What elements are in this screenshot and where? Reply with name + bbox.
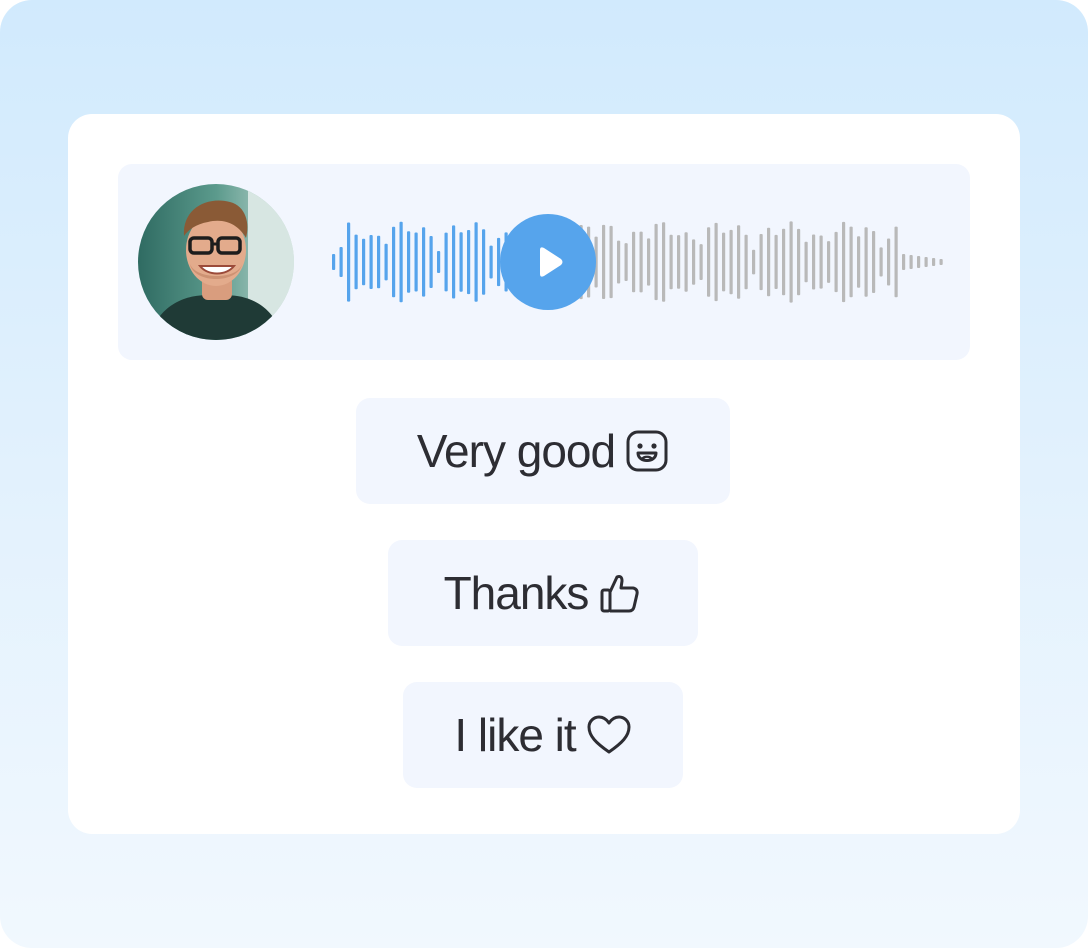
avatar	[138, 184, 294, 340]
page-background: Very good Thanks I like it	[0, 0, 1088, 948]
waveform-bar	[489, 245, 493, 279]
play-button[interactable]	[500, 214, 596, 310]
waveform-bar	[354, 234, 358, 290]
waveform-bar	[332, 254, 336, 270]
waveform-bar	[887, 238, 891, 286]
waveform-bar	[774, 234, 778, 289]
waveform-bar	[624, 243, 628, 281]
waveform-bar	[819, 235, 823, 289]
thumbs-up-icon	[598, 571, 642, 615]
waveform-bar	[654, 223, 658, 301]
waveform-bar	[879, 247, 883, 277]
waveform-bar	[849, 226, 853, 298]
waveform-bar	[812, 234, 816, 290]
message-card: Very good Thanks I like it	[68, 114, 1020, 834]
avatar-photo	[138, 184, 294, 340]
waveform-bar	[639, 231, 643, 293]
waveform-bar	[804, 241, 808, 283]
waveform-bar	[759, 234, 763, 291]
waveform-bar	[392, 226, 396, 298]
waveform-bar	[857, 236, 861, 288]
waveform-bar	[669, 234, 673, 290]
waveform-bar	[414, 232, 418, 292]
waveform-bar	[722, 232, 726, 292]
waveform-bar	[452, 225, 456, 299]
waveform-bar	[609, 225, 613, 299]
waveform-bar	[474, 222, 478, 302]
waveform-bar	[699, 244, 703, 280]
waveform-bar	[399, 221, 403, 303]
waveform-bar	[369, 235, 373, 289]
waveform-bar	[797, 228, 801, 296]
waveform-bar	[384, 243, 388, 281]
waveform-bar	[617, 240, 621, 284]
quick-reply-label: Thanks	[443, 567, 590, 619]
waveform-bar	[752, 249, 756, 275]
waveform-bar	[662, 222, 666, 302]
quick-reply-label: Very good	[416, 425, 616, 477]
waveform-bar	[339, 247, 343, 277]
waveform-bar	[834, 231, 838, 293]
heart-icon	[586, 713, 632, 757]
waveform-bar	[782, 228, 786, 296]
play-icon	[540, 247, 563, 277]
waveform-bar	[827, 241, 831, 283]
grinning-face-icon	[625, 429, 669, 473]
waveform-bar	[407, 231, 411, 293]
waveform-bar	[744, 234, 748, 290]
quick-reply-label: I like it	[454, 709, 576, 761]
waveform-bar	[939, 259, 943, 265]
waveform-bar	[684, 232, 688, 292]
waveform-bar	[909, 255, 913, 269]
waveform-bar	[872, 231, 876, 293]
waveform-bar	[677, 235, 681, 289]
waveform-bar	[444, 232, 448, 292]
waveform-bar	[737, 225, 741, 299]
waveform-bar	[422, 227, 426, 297]
waveform-bar	[437, 251, 441, 273]
quick-reply-thanks[interactable]: Thanks	[388, 540, 698, 646]
waveform-bar	[347, 222, 351, 302]
waveform-bar	[459, 232, 463, 292]
waveform-bar	[482, 229, 486, 295]
waveform-bar	[924, 257, 928, 267]
waveform-bar	[362, 238, 366, 286]
waveform-bar	[602, 224, 606, 299]
waveform-bar	[842, 221, 846, 303]
voice-message	[118, 164, 970, 360]
audio-waveform[interactable]	[332, 192, 952, 332]
waveform-bar	[692, 239, 696, 285]
waveform-bar	[632, 231, 636, 293]
waveform-bar	[917, 256, 921, 268]
waveform-bar	[714, 222, 718, 302]
waveform-bar	[467, 230, 471, 295]
quick-reply-very-good[interactable]: Very good	[356, 398, 730, 504]
waveform-bar	[729, 229, 733, 295]
waveform-bar	[767, 227, 771, 297]
waveform-bar	[864, 227, 868, 297]
waveform-bar	[894, 226, 898, 298]
waveform-bar	[707, 227, 711, 297]
quick-reply-i-like-it[interactable]: I like it	[403, 682, 683, 788]
waveform-bar	[902, 254, 906, 270]
waveform-bar	[429, 236, 433, 288]
waveform-bar	[647, 238, 651, 286]
waveform-bar	[932, 258, 936, 266]
waveform-bar	[377, 235, 381, 289]
waveform-bar	[789, 221, 793, 303]
